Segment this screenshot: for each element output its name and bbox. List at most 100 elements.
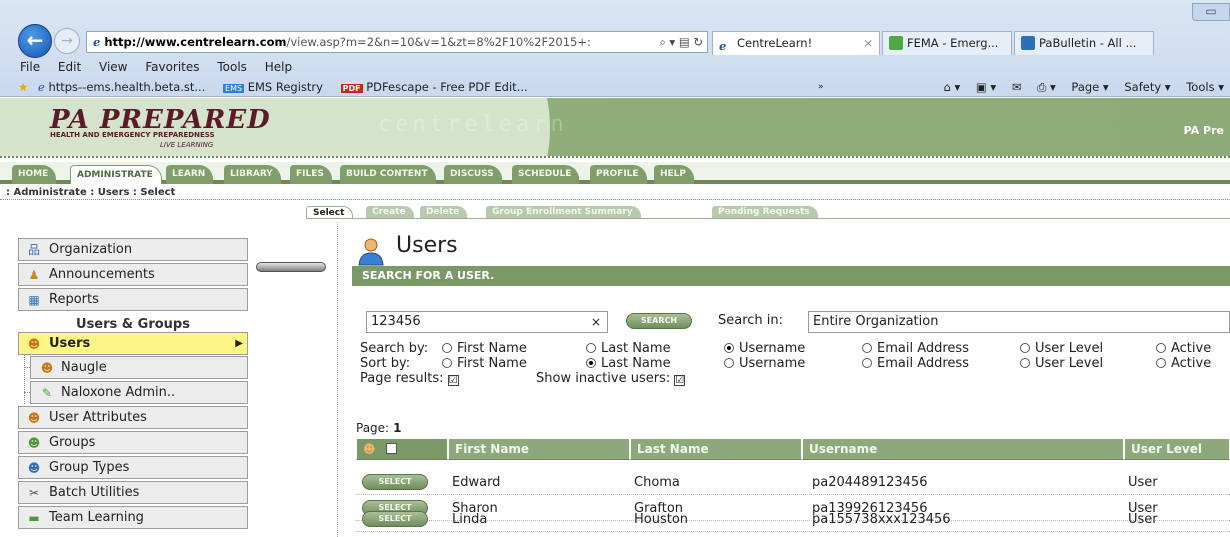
favorites-star-icon[interactable]: ★ xyxy=(18,80,28,94)
column-first-name[interactable]: First Name xyxy=(448,438,630,460)
sidebar-collapse-handle[interactable] xyxy=(256,262,326,272)
forward-button[interactable]: → xyxy=(54,28,80,54)
tree-connector xyxy=(24,355,25,404)
safety-menu[interactable]: Safety ▾ xyxy=(1124,80,1170,94)
search-by-email[interactable]: Email Address xyxy=(862,341,969,357)
column-user-level[interactable]: User Level xyxy=(1124,438,1230,460)
page: ▭ ← → ℯ http://www.centrelearn.com/view.a… xyxy=(0,0,1230,537)
clear-search-icon[interactable]: × xyxy=(591,312,601,332)
favorite-label: PDFescape - Free PDF Edit... xyxy=(366,80,528,94)
close-tab-icon[interactable]: × xyxy=(863,32,873,54)
tab-fema[interactable]: FEMA - Emerg... xyxy=(882,31,1012,55)
announcement-icon: ♟ xyxy=(28,268,40,282)
search-by-last-name[interactable]: Last Name xyxy=(586,341,671,357)
page-number[interactable]: 1 xyxy=(393,421,401,435)
nav-home[interactable]: HOME xyxy=(12,165,57,184)
favorite-ems-health[interactable]: ℯ https--ems.health.beta.st... xyxy=(38,80,205,94)
sidebar-item-group-types[interactable]: ☻ Group Types xyxy=(18,456,248,479)
favorite-pdfescape[interactable]: PDF PDFescape - Free PDF Edit... xyxy=(340,80,528,94)
nav-files[interactable]: FILES xyxy=(290,165,332,184)
page-menu[interactable]: Page ▾ xyxy=(1071,80,1108,94)
table-header: ☻ First Name Last Name Username User Lev… xyxy=(356,438,1230,460)
sidebar-item-organization[interactable]: 品 Organization xyxy=(18,238,248,261)
cell-first-name: Linda xyxy=(452,512,488,527)
main-nav: HOME ADMINISTRATE LEARN LIBRARY FILES BU… xyxy=(0,162,1230,184)
menu-help[interactable]: Help xyxy=(265,60,292,74)
menu-edit[interactable]: Edit xyxy=(58,60,81,74)
sort-by-first-name[interactable]: First Name xyxy=(442,356,527,372)
checkbox-checked-icon[interactable]: ☑ xyxy=(674,375,686,386)
search-by-active[interactable]: Active xyxy=(1156,341,1211,357)
table-row: SELECT Linda Houston pa155738xxx123456 U… xyxy=(356,507,1230,532)
sidebar-item-user-attributes[interactable]: ☻ User Attributes xyxy=(18,406,248,429)
column-last-name[interactable]: Last Name xyxy=(630,438,802,460)
nav-schedule[interactable]: SCHEDULE xyxy=(512,165,580,184)
logo-tagline: LIVE LEARNING xyxy=(160,141,214,149)
fema-favicon-icon xyxy=(889,36,903,50)
select-all-checkbox[interactable] xyxy=(385,443,397,454)
sidebar-item-reports[interactable]: ▦ Reports xyxy=(18,288,248,311)
sidebar-item-label: Reports xyxy=(49,292,99,307)
menu-view[interactable]: View xyxy=(99,60,127,74)
sort-by-username[interactable]: Username xyxy=(724,356,805,372)
print-icon[interactable]: ⎙ ▾ xyxy=(1037,80,1056,94)
favorites-overflow-icon[interactable]: » xyxy=(818,77,824,97)
tools-menu[interactable]: Tools ▾ xyxy=(1186,80,1224,94)
search-by-username[interactable]: Username xyxy=(724,341,805,357)
show-inactive-label: Show inactive users: xyxy=(536,371,671,386)
favorite-ems-registry[interactable]: EMS EMS Registry xyxy=(223,80,323,94)
nav-administrate[interactable]: ADMINISTRATE xyxy=(70,165,162,184)
sort-by-user-level[interactable]: User Level xyxy=(1020,356,1103,372)
sort-by-email[interactable]: Email Address xyxy=(862,356,969,372)
radio-label: Last Name xyxy=(601,341,671,356)
user-icon: ☻ xyxy=(363,442,376,456)
sidebar-item-team-learning[interactable]: ▬ Team Learning xyxy=(18,506,248,529)
radio-icon xyxy=(1156,358,1166,368)
tab-pabulletin[interactable]: PaBulletin - All ... xyxy=(1014,31,1154,55)
sidebar-item-batch-utilities[interactable]: ✂ Batch Utilities xyxy=(18,481,248,504)
menu-file[interactable]: File xyxy=(20,60,40,74)
sidebar-item-users[interactable]: ☻ Users ▶ xyxy=(18,332,248,355)
window-restore-button[interactable]: ▭ xyxy=(1192,3,1230,21)
back-button[interactable]: ← xyxy=(18,24,52,58)
mail-icon[interactable]: ✉ xyxy=(1012,80,1022,94)
search-button[interactable]: SEARCH xyxy=(626,313,692,329)
feeds-icon[interactable]: ▣ ▾ xyxy=(976,80,996,94)
tab-centrelearn[interactable]: ℯ CentreLearn! × xyxy=(712,31,880,55)
nav-library[interactable]: LIBRARY xyxy=(224,165,281,184)
search-section-bar: SEARCH FOR A USER. xyxy=(352,266,1230,286)
radio-icon xyxy=(1020,343,1030,353)
sidebar-item-naugle[interactable]: ☻ Naugle xyxy=(30,356,248,379)
sidebar-item-naloxone-admin[interactable]: ✎ Naloxone Admin.. xyxy=(30,381,248,404)
nav-build-content[interactable]: BUILD CONTENT xyxy=(340,165,436,184)
address-path: /view.asp?m=2&n=10&v=1&zt=8%2F10%2F2015+… xyxy=(286,35,591,49)
search-by-user-level[interactable]: User Level xyxy=(1020,341,1103,357)
menu-tools[interactable]: Tools xyxy=(217,60,247,74)
favorite-label: EMS Registry xyxy=(247,80,323,94)
search-input[interactable]: 123456 × xyxy=(366,311,608,333)
select-button[interactable]: SELECT xyxy=(362,511,428,527)
sort-by-active[interactable]: Active xyxy=(1156,356,1211,372)
cell-first-name: Edward xyxy=(452,475,501,490)
nav-learn[interactable]: LEARN xyxy=(166,165,214,184)
cell-last-name: Choma xyxy=(634,475,680,490)
address-bar-icons[interactable]: ⌕ ▾ ▤ ↻ xyxy=(655,32,703,52)
column-username[interactable]: Username xyxy=(802,438,1124,460)
search-by-first-name[interactable]: First Name xyxy=(442,341,527,357)
panel-splitter xyxy=(337,222,338,537)
nav-help[interactable]: HELP xyxy=(654,165,695,184)
breadcrumb: : Administrate : Users : Select xyxy=(6,187,176,198)
menu-favorites[interactable]: Favorites xyxy=(145,60,199,74)
home-icon[interactable]: ⌂ ▾ xyxy=(943,80,960,94)
select-button[interactable]: SELECT xyxy=(362,474,428,490)
page-results-option[interactable]: Page results: ☑ xyxy=(360,371,459,387)
nav-discuss[interactable]: DISCUSS xyxy=(444,165,502,184)
search-in-select[interactable]: Entire Organization xyxy=(808,311,1230,333)
address-bar[interactable]: ℯ http://www.centrelearn.com/view.asp?m=2… xyxy=(86,31,708,53)
sort-by-last-name[interactable]: Last Name xyxy=(586,356,671,372)
show-inactive-option[interactable]: Show inactive users: ☑ xyxy=(536,371,686,387)
sidebar-item-groups[interactable]: ☻ Groups xyxy=(18,431,248,454)
sidebar-item-announcements[interactable]: ♟ Announcements xyxy=(18,263,248,286)
nav-profile[interactable]: PROFILE xyxy=(590,165,647,184)
checkbox-checked-icon[interactable]: ☑ xyxy=(447,375,459,386)
